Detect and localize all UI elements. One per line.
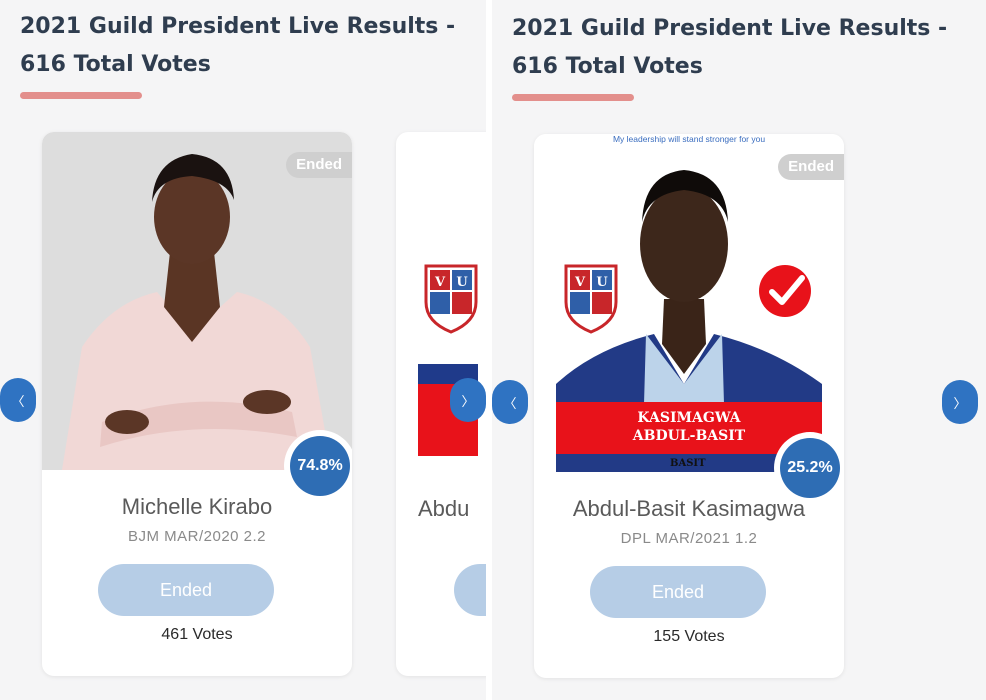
candidate-photo — [42, 132, 352, 470]
title-underline — [512, 94, 634, 101]
vote-count: 461 Votes — [161, 626, 233, 643]
page-title: 2021 Guild President Live Results - 616 … — [20, 14, 456, 77]
percent-badge: 25.2% — [780, 438, 840, 498]
chevron-left-icon[interactable]: 〈 — [0, 378, 36, 422]
banner-line-1: KASIMAGWA — [637, 410, 741, 426]
ended-button[interactable]: Ended — [590, 566, 766, 618]
candidate-card-abdul-basit: My leadership will stand stronger for yo… — [534, 134, 844, 678]
poster-tag: BASIT — [670, 458, 706, 469]
percent-ring: 25.2% — [774, 432, 844, 504]
candidate-card-michelle: Ended 74.8% Michelle Kirabo BJM MAR/2020… — [42, 132, 352, 676]
right-results-panel: 2021 Guild President Live Results - 616 … — [492, 0, 986, 700]
svg-text:V: V — [434, 275, 446, 290]
candidate-name-fragment: Abdu — [418, 496, 470, 521]
chevron-right-icon[interactable]: 〉 — [942, 380, 978, 424]
candidate-name: Abdul-Basit Kasimagwa — [572, 496, 806, 521]
status-badge: Ended — [778, 154, 844, 180]
left-results-panel: 2021 Guild President Live Results - 616 … — [0, 0, 486, 700]
check-badge-icon — [759, 265, 811, 317]
vote-count: 155 Votes — [653, 628, 725, 645]
title-underline — [20, 92, 142, 99]
candidate-poster: My leadership will stand stronger for yo… — [534, 134, 844, 472]
ended-button[interactable]: Ended — [98, 564, 274, 616]
chevron-right-icon[interactable]: 〉 — [450, 378, 486, 422]
percent-ring: 74.8% — [284, 430, 352, 502]
vu-shield-icon: V U — [424, 264, 478, 334]
percent-badge: 74.8% — [290, 436, 350, 496]
ended-button-peek — [454, 564, 486, 616]
vu-shield-icon: V U — [564, 264, 618, 334]
page-title: 2021 Guild President Live Results - 616 … — [512, 16, 948, 79]
chevron-left-icon[interactable]: 〈 — [492, 380, 528, 424]
banner-line-2: ABDUL-BASIT — [632, 428, 746, 444]
candidate-meta: BJM MAR/2020 2.2 — [127, 528, 267, 545]
status-badge: Ended — [286, 152, 352, 178]
candidate-meta: DPL MAR/2021 1.2 — [620, 530, 758, 547]
svg-text:V: V — [574, 275, 586, 290]
svg-text:U: U — [596, 275, 608, 290]
svg-text:U: U — [456, 275, 468, 290]
candidate-name: Michelle Kirabo — [121, 494, 273, 519]
